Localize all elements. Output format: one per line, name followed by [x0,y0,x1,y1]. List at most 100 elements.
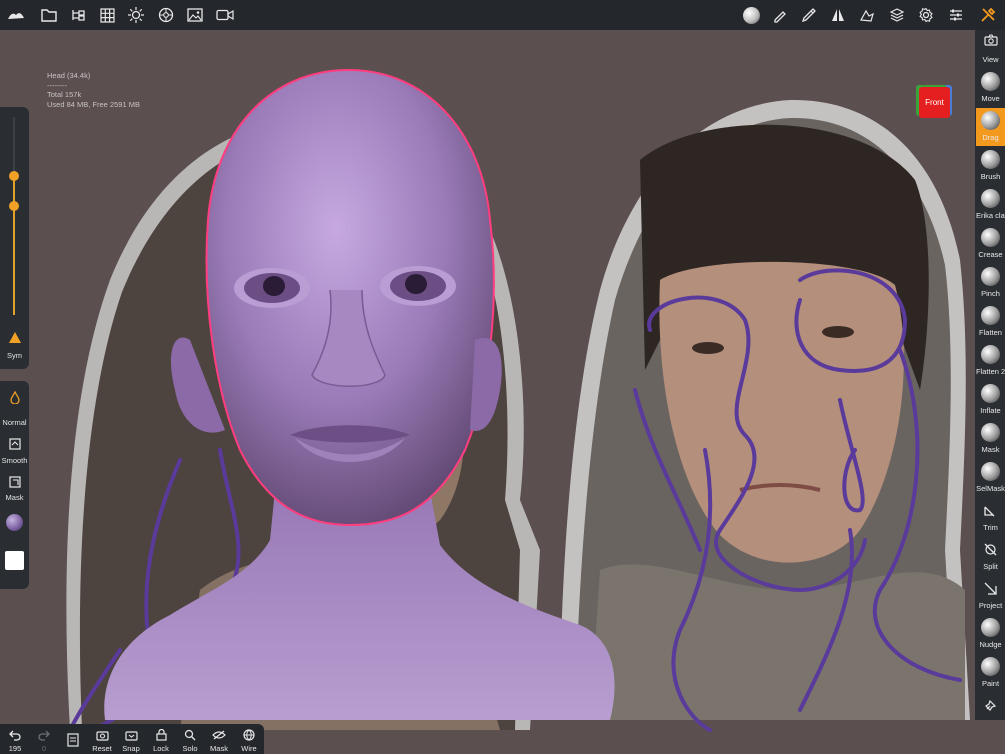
split-icon [981,540,1000,559]
view-cube[interactable]: Front [916,83,952,119]
tool-selmask[interactable]: SelMask [976,459,1005,497]
smooth-label[interactable]: Smooth [0,456,29,465]
light-sun-icon[interactable] [126,5,146,25]
reset-camera-icon [95,728,109,742]
paint-ball-icon [981,657,1000,676]
tool-brush[interactable]: Brush [976,147,1005,185]
tool-label: Flatten 2 [976,367,1005,376]
tool-inflate[interactable]: Inflate [976,381,1005,419]
mask-visibility-button[interactable]: Mask [205,726,233,754]
reset-button[interactable]: Reset [88,726,116,754]
mask-label[interactable]: Mask [0,493,29,502]
snap-button[interactable]: Snap [117,726,145,754]
brush-pen-icon[interactable] [770,5,790,25]
tool-erika-clay[interactable]: Erika clay [976,186,1005,224]
symmetry-icon[interactable] [828,5,848,25]
flatten-ball-icon [981,306,1000,325]
tool-label: Crease [978,250,1003,259]
tool-pinch[interactable]: Pinch [976,264,1005,302]
stats-separator: -------- [47,80,67,90]
undo-icon [8,728,22,742]
tool-label: Mask [981,445,1000,454]
lock-button[interactable]: Lock [147,726,175,754]
move-ball-icon [981,72,1000,91]
tool-label: Project [978,601,1003,610]
list-icon [66,733,80,747]
tool-label: Move [981,94,1000,103]
lock-icon [154,728,168,742]
wire-button[interactable]: Wire [235,726,263,754]
scene-tree-icon[interactable] [68,5,88,25]
undo-button[interactable]: 195 [1,726,29,754]
tool-label: Drag [982,133,999,142]
stroke-settings-icon[interactable] [799,5,819,25]
wireframe-globe-icon [242,728,256,742]
drop-icon[interactable] [8,391,21,404]
sliders-icon[interactable] [946,5,966,25]
tool-label: Erika clay [976,211,1005,220]
snap-camera-icon [124,728,138,742]
tool-trim[interactable]: Trim [976,498,1005,536]
tool-mask[interactable]: Mask [976,420,1005,458]
trim-icon [981,501,1000,520]
layers-icon[interactable] [887,5,907,25]
tool-label: Nudge [979,640,1002,649]
solo-button[interactable]: Solo [176,726,204,754]
material-ball-icon[interactable] [6,514,23,531]
brush-ball-icon [981,150,1000,169]
menu-list-button[interactable] [59,726,87,754]
tool-label: Trim [983,523,998,532]
grid-icon[interactable] [97,5,117,25]
settings-gear-icon[interactable] [916,5,936,25]
sculpt-viewport[interactable]: Head (34.4k) -------- Total 157k Used 84… [0,30,1005,754]
intensity-slider-handle[interactable] [9,201,19,212]
tools-wrench-icon[interactable] [978,5,998,25]
symmetry-warning-icon[interactable] [8,331,21,344]
video-camera-icon[interactable] [215,5,235,25]
smooth-icon[interactable] [8,437,21,450]
image-icon[interactable] [185,5,205,25]
tool-flatten-2[interactable]: Flatten 2 [976,342,1005,380]
mask-icon[interactable] [8,475,21,488]
tool-view[interactable]: View [976,30,1005,68]
folder-icon[interactable] [39,5,59,25]
material-shading-icon[interactable] [156,5,176,25]
tool-label: Brush [980,172,1001,181]
radius-slider-fill [13,176,15,315]
sym-label[interactable]: Sym [0,351,29,360]
tool-pin[interactable] [976,693,1005,731]
solo-label: Solo [182,744,198,753]
tool-crease[interactable]: Crease [976,225,1005,263]
pinch-ball-icon [981,267,1000,286]
tool-label: Pinch [981,289,1000,298]
tool-drag[interactable]: Drag [976,108,1005,146]
solo-search-icon [183,728,197,742]
nudge-ball-icon [981,618,1000,637]
snap-label: Snap [122,744,140,753]
scene-stats: Head (34.4k) -------- Total 157k Used 84… [47,71,140,109]
flatten2-ball-icon [981,345,1000,364]
drag-ball-icon [981,111,1000,130]
app-logo-icon[interactable] [6,5,26,25]
tool-project[interactable]: Project [976,576,1005,614]
undo-count: 195 [8,744,22,753]
tool-move[interactable]: Move [976,69,1005,107]
tool-paint[interactable]: Paint [976,654,1005,692]
tool-split[interactable]: Split [976,537,1005,575]
gizmo-hand-icon[interactable] [857,5,877,25]
normal-label[interactable]: Normal [0,418,29,427]
tool-flatten[interactable]: Flatten [976,303,1005,341]
mask-ball-icon [981,423,1000,442]
reset-label: Reset [92,744,112,753]
tool-label: Flatten [979,328,1002,337]
tool-label: View [982,55,999,64]
view-cube-front[interactable]: Front [919,87,950,118]
top-toolbar [0,0,1005,30]
redo-button[interactable]: 0 [30,726,58,754]
radius-slider-handle[interactable] [9,171,19,182]
eye-slash-icon [212,728,226,742]
tool-nudge[interactable]: Nudge [976,615,1005,653]
color-swatch[interactable] [5,551,24,570]
matcap-ball-icon[interactable] [741,5,761,25]
wire-label: Wire [241,744,257,753]
